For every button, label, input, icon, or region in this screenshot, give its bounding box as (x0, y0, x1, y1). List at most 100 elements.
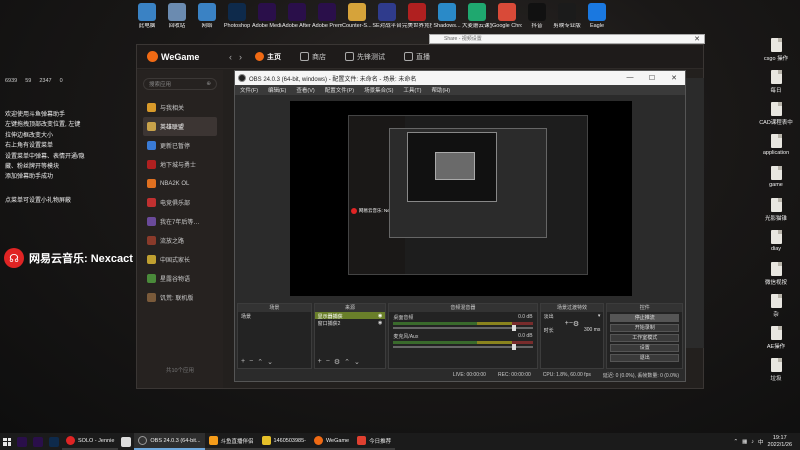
remove-icon[interactable]: − (249, 358, 253, 366)
taskbar-pinned[interactable] (14, 433, 30, 450)
desktop-icon[interactable]: 回收站 (162, 3, 192, 30)
wegame-game-item[interactable]: 与我相关 (143, 98, 217, 117)
desktop-folder-icon[interactable]: diay (756, 230, 796, 252)
desktop-folder-icon[interactable]: AE操作 (756, 326, 796, 350)
tab-store[interactable]: 商店 (294, 49, 332, 65)
desktop-icon[interactable]: Eagle (582, 3, 612, 30)
wegame-game-item[interactable]: 更新已暂停 (143, 136, 217, 155)
wegame-game-item[interactable]: NBA2K OL (143, 174, 217, 193)
remove-icon[interactable]: − (326, 358, 330, 366)
volume-slider[interactable] (393, 344, 533, 350)
duration-input[interactable]: 300 ms (584, 327, 600, 333)
taskbar-app-obs[interactable]: OBS 24.0.3 (64-bit... (134, 433, 205, 450)
minimize-icon[interactable]: — (619, 74, 641, 82)
transition-type-select[interactable]: 淡出 ▾ (541, 312, 604, 320)
wegame-search-input[interactable]: 搜索应用 ⊕ (143, 78, 217, 90)
desktop-icon[interactable]: 大麦蘑云课堂播放器 (462, 3, 492, 30)
move-up-icon[interactable]: ⌃ (257, 358, 263, 366)
menu-tools[interactable]: 工具(T) (403, 86, 421, 94)
close-icon[interactable]: ✕ (663, 74, 685, 82)
wegame-game-item[interactable]: 电竞俱乐部 (143, 193, 217, 212)
desktop-folder-icon[interactable]: 微信视按 (756, 262, 796, 286)
desktop-icon[interactable]: 网络 (192, 3, 222, 30)
menu-scene-collection[interactable]: 场景集合(S) (364, 86, 393, 94)
add-icon[interactable]: + (318, 358, 322, 366)
volume-slider[interactable] (393, 325, 533, 331)
taskbar-app-today[interactable]: 今日推荐 (353, 433, 396, 450)
desktop-icon[interactable]: 此电脑 (132, 3, 162, 30)
clock[interactable]: 19:17 2022/1/26 (768, 435, 792, 449)
wegame-game-item[interactable]: 我在7年后等… (143, 212, 217, 231)
wegame-game-item[interactable]: 地下城与勇士 (143, 155, 217, 174)
desktop-icon[interactable]: SE对战平台 (372, 3, 402, 30)
desktop-folder-icon[interactable]: 光影猫锥 (756, 198, 796, 222)
desktop-icon[interactable]: 抖音 (522, 3, 552, 30)
ime-icon[interactable]: 中 (758, 438, 764, 446)
game-icon (147, 179, 156, 188)
desktop-folder-icon[interactable]: application (756, 134, 796, 156)
add-icon[interactable]: ⊕ (206, 81, 211, 87)
tray-arrow-icon[interactable]: ⌃ (733, 439, 738, 445)
settings-button[interactable]: 设置 (610, 344, 679, 352)
network-icon[interactable]: ▦ (742, 439, 747, 445)
back-arrow-icon[interactable]: ‹ (229, 52, 232, 62)
taskbar-app-wegame[interactable]: WeGame (309, 433, 354, 450)
desktop-icon[interactable]: Adobe Premie... (312, 3, 342, 30)
wegame-game-item[interactable]: 中国式家长 (143, 250, 217, 269)
desktop-icon[interactable]: Adobe Media... (252, 3, 282, 30)
desktop-folder-icon[interactable]: csgo 操作 (756, 38, 796, 62)
gear-icon[interactable]: ⚙ (334, 358, 340, 366)
desktop-icon[interactable]: 剪映专业版 (552, 3, 582, 30)
menu-help[interactable]: 帮助(H) (431, 86, 450, 94)
desktop-icon[interactable]: Shadows... (432, 3, 462, 30)
desktop-folder-icon[interactable]: 垃圾 (756, 358, 796, 382)
taskbar-app-qq[interactable]: 1460503985- (257, 433, 310, 450)
tab-home[interactable]: 主页 (249, 49, 287, 65)
taskbar-app-music[interactable]: SOLO - Jennie (62, 433, 119, 450)
wegame-game-item[interactable]: 流放之路 (143, 231, 217, 250)
wegame-game-item[interactable]: 饥荒: 联机版 (143, 288, 217, 307)
obs-preview-canvas[interactable]: 网易云音乐: Nexcact (290, 101, 632, 296)
desktop-folder-icon[interactable]: game (756, 166, 796, 188)
studio-mode-button[interactable]: 工作室模式 (610, 334, 679, 342)
desktop-icon-label: 回收站 (168, 23, 186, 29)
close-icon[interactable]: ✕ (694, 35, 700, 44)
move-up-icon[interactable]: ⌃ (344, 358, 350, 366)
forward-arrow-icon[interactable]: › (239, 52, 242, 62)
start-button[interactable] (0, 433, 14, 450)
move-down-icon[interactable]: ⌄ (354, 358, 360, 366)
taskbar-pinned[interactable] (30, 433, 46, 450)
desktop-icon[interactable]: 完美世界竞技平台 (402, 3, 432, 30)
wegame-game-item[interactable]: 英雄联盟 (143, 117, 217, 136)
desktop-folder-icon[interactable]: 每日 (756, 70, 796, 94)
menu-file[interactable]: 文件(F) (240, 86, 258, 94)
stop-streaming-button[interactable]: 停止推流 (610, 314, 679, 322)
desktop-folder-icon[interactable]: 杂 (756, 294, 796, 318)
exit-button[interactable]: 退出 (610, 354, 679, 362)
eye-icon[interactable]: ◉ (378, 320, 382, 326)
taskbar-app-douyu[interactable]: 斗鱼直播伴侣 (204, 433, 258, 450)
desktop-icon[interactable]: Adobe After Effects 2020 (282, 3, 312, 30)
desktop-icon[interactable]: Photoshop (222, 3, 252, 30)
menu-profile[interactable]: 配置文件(P) (325, 86, 354, 94)
menu-view[interactable]: 查看(V) (296, 86, 314, 94)
taskbar-pinned[interactable] (46, 433, 62, 450)
source-item[interactable]: 窗口捕获2 ◉ (315, 319, 386, 327)
eye-icon[interactable]: ◉ (378, 313, 382, 319)
tab-live[interactable]: 直播 (398, 49, 436, 65)
volume-icon[interactable]: ♪ (751, 439, 754, 445)
tab-beta[interactable]: 先锋测试 (339, 49, 391, 65)
desktop-icon[interactable]: Google Chrome (492, 3, 522, 30)
move-down-icon[interactable]: ⌄ (267, 358, 273, 366)
desktop-icon[interactable]: Counter-S... Global Off... (342, 3, 372, 30)
desktop-folder-icon[interactable]: CAD课程表中 (756, 102, 796, 126)
menu-edit[interactable]: 编辑(E) (268, 86, 286, 94)
source-item[interactable]: 显示器捕获 ◉ (314, 312, 386, 320)
start-recording-button[interactable]: 开始录制 (610, 324, 679, 332)
gear-icon[interactable]: ⚙ (573, 320, 579, 328)
maximize-icon[interactable]: ☐ (641, 74, 663, 82)
scene-item[interactable]: 场景 (238, 312, 311, 320)
add-icon[interactable]: + (241, 358, 245, 366)
wegame-game-item[interactable]: 星露谷物语 (143, 269, 217, 288)
taskbar-pinned[interactable] (118, 433, 134, 450)
